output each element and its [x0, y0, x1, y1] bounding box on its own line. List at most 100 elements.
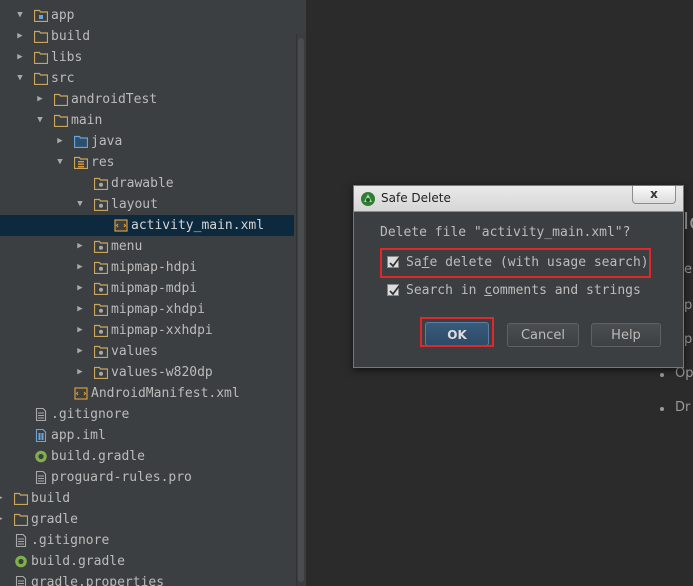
- tree-item[interactable]: activity_main.xml: [0, 215, 294, 236]
- tree-item-label: androidTest: [71, 92, 158, 107]
- collapse-arrow-icon[interactable]: ▶: [14, 26, 26, 47]
- expand-arrow-icon[interactable]: ▼: [14, 68, 26, 89]
- help-button[interactable]: Help: [591, 323, 661, 347]
- package-folder-icon: [94, 198, 108, 211]
- tree-item-label: build: [51, 29, 91, 44]
- tree-item[interactable]: ▶ build: [0, 26, 294, 47]
- collapse-arrow-icon[interactable]: ▶: [14, 47, 26, 68]
- editor-fragment: p: [684, 332, 693, 347]
- source-folder-icon: [74, 135, 88, 148]
- tree-item[interactable]: ▼ main: [0, 110, 294, 131]
- tree-item[interactable]: ▶ mipmap-xhdpi: [0, 299, 294, 320]
- collapse-arrow-icon[interactable]: ▶: [34, 89, 46, 110]
- tree-item-label: app.iml: [51, 428, 106, 443]
- editor-fragment: Op: [675, 366, 693, 381]
- close-button[interactable]: x: [632, 186, 676, 204]
- search-comments-checkbox[interactable]: [387, 284, 400, 296]
- tree-item[interactable]: gradle.properties: [0, 572, 294, 586]
- package-folder-icon: [94, 303, 108, 316]
- dialog-titlebar[interactable]: Safe Delete x: [354, 186, 683, 212]
- highlight-box: [420, 317, 494, 347]
- gradle-file-icon: [14, 555, 28, 568]
- collapse-arrow-icon[interactable]: ▶: [74, 278, 86, 299]
- tree-item[interactable]: ▶ build: [0, 488, 294, 509]
- tree-item[interactable]: proguard-rules.pro: [0, 467, 294, 488]
- tree-item-label: mipmap-xxhdpi: [111, 323, 213, 338]
- tree-item-label: mipmap-mdpi: [111, 281, 198, 296]
- xml-file-icon: [114, 219, 128, 232]
- tree-item-label: AndroidManifest.xml: [91, 386, 240, 401]
- text-file-icon: [34, 408, 48, 421]
- editor-fragment: e: [684, 262, 692, 277]
- highlight-box: [380, 248, 651, 278]
- text-file-icon: [34, 471, 48, 484]
- tree-item-label: values-w820dp: [111, 365, 213, 380]
- tree-item[interactable]: ▶ mipmap-xxhdpi: [0, 320, 294, 341]
- tree-item-label: res: [91, 155, 115, 170]
- folder-icon: [54, 114, 68, 127]
- package-folder-icon: [94, 240, 108, 253]
- iml-file-icon: [34, 429, 48, 442]
- text-file-icon: [14, 534, 28, 547]
- tree-item[interactable]: build.gradle: [0, 446, 294, 467]
- collapse-arrow-icon[interactable]: ▶: [74, 362, 86, 383]
- collapse-arrow-icon[interactable]: ▶: [74, 299, 86, 320]
- tree-item-label: mipmap-xhdpi: [111, 302, 205, 317]
- collapse-arrow-icon[interactable]: ▶: [54, 131, 66, 152]
- tree-item[interactable]: ▶ gradle: [0, 509, 294, 530]
- package-folder-icon: [94, 177, 108, 190]
- expand-arrow-icon[interactable]: ▼: [54, 152, 66, 173]
- xml-file-icon: [74, 387, 88, 400]
- tree-scrollbar[interactable]: [296, 34, 305, 586]
- collapse-arrow-icon[interactable]: ▶: [74, 257, 86, 278]
- package-folder-icon: [94, 261, 108, 274]
- expand-arrow-icon[interactable]: ▼: [74, 194, 86, 215]
- tree-item[interactable]: ▶ menu: [0, 236, 294, 257]
- tree-item-label: java: [91, 134, 123, 149]
- cancel-button[interactable]: Cancel: [507, 323, 579, 347]
- tree-item[interactable]: ▼ layout: [0, 194, 294, 215]
- safe-delete-dialog: Safe Delete x Delete file "activity_main…: [353, 185, 684, 368]
- folder-icon: [34, 30, 48, 43]
- tree-item-label: proguard-rules.pro: [51, 470, 192, 485]
- tree-item[interactable]: ▶ androidTest: [0, 89, 294, 110]
- tree-item[interactable]: build.gradle: [0, 551, 294, 572]
- bullet-icon: [660, 373, 664, 377]
- project-tree-panel: ▼ app ▶ build ▶ libs ▼ src ▶ androidTest ▼ main ▶ jav…: [0, 0, 306, 586]
- collapse-arrow-icon[interactable]: ▶: [74, 320, 86, 341]
- collapse-arrow-icon[interactable]: ▶: [74, 236, 86, 257]
- tree-item[interactable]: ▶ values-w820dp: [0, 362, 294, 383]
- tree-item[interactable]: .gitignore: [0, 530, 294, 551]
- collapse-arrow-icon[interactable]: ▶: [0, 488, 6, 509]
- tree-item[interactable]: ▶ mipmap-mdpi: [0, 278, 294, 299]
- tree-item-label: main: [71, 113, 103, 128]
- scrollbar-thumb[interactable]: [298, 38, 304, 582]
- tree-item[interactable]: .gitignore: [0, 404, 294, 425]
- folder-icon: [14, 513, 28, 526]
- bullet-icon: [660, 407, 664, 411]
- expand-arrow-icon[interactable]: ▼: [14, 5, 26, 26]
- panel-splitter[interactable]: [306, 0, 307, 586]
- module-folder-icon: [34, 9, 48, 22]
- tree-item[interactable]: drawable: [0, 173, 294, 194]
- tree-item[interactable]: ▶ values: [0, 341, 294, 362]
- tree-item-label: .gitignore: [51, 407, 130, 422]
- collapse-arrow-icon[interactable]: ▶: [0, 509, 6, 530]
- expand-arrow-icon[interactable]: ▼: [34, 110, 46, 131]
- search-comments-label: Search in comments and strings: [406, 283, 641, 298]
- tree-item[interactable]: AndroidManifest.xml: [0, 383, 294, 404]
- tree-item-label: values: [111, 344, 158, 359]
- tree-item-label: libs: [51, 50, 83, 65]
- resource-folder-icon: [74, 156, 88, 169]
- tree-item[interactable]: ▼ src: [0, 68, 294, 89]
- tree-item[interactable]: app.iml: [0, 425, 294, 446]
- tree-item-label: build.gradle: [31, 554, 125, 569]
- tree-item[interactable]: ▼ res: [0, 152, 294, 173]
- package-folder-icon: [94, 324, 108, 337]
- android-studio-icon: [360, 191, 376, 207]
- tree-item[interactable]: ▶ libs: [0, 47, 294, 68]
- tree-item[interactable]: ▶ mipmap-hdpi: [0, 257, 294, 278]
- collapse-arrow-icon[interactable]: ▶: [74, 341, 86, 362]
- tree-item[interactable]: ▼ app: [0, 5, 294, 26]
- tree-item[interactable]: ▶ java: [0, 131, 294, 152]
